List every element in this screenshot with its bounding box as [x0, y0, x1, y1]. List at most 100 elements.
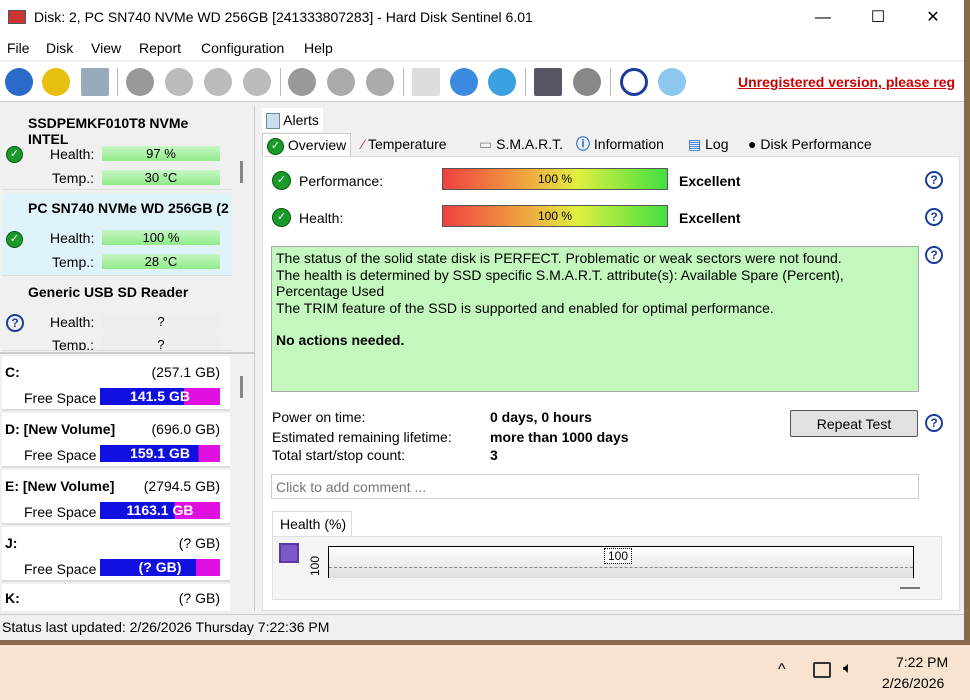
- separator: [525, 68, 526, 96]
- health-bar: 100 %: [442, 205, 668, 227]
- disk-icon[interactable]: [81, 68, 109, 96]
- disk-card-selected[interactable]: PC SN740 NVMe WD 256GB (2 ✓ Health: 100 …: [2, 193, 232, 276]
- help-icon[interactable]: [620, 68, 648, 96]
- comment-input[interactable]: [271, 474, 919, 499]
- tab-smart[interactable]: ▭ S.M.A.R.T.: [475, 133, 567, 157]
- disk-check-icon[interactable]: [204, 68, 232, 96]
- menu-help[interactable]: Help: [304, 40, 333, 56]
- disk-search-icon[interactable]: [243, 68, 271, 96]
- ok-check-icon: ✓: [272, 171, 291, 190]
- drive-icon[interactable]: [366, 68, 394, 96]
- head-icon[interactable]: [288, 68, 316, 96]
- alerts-icon: [266, 113, 280, 130]
- network-icon[interactable]: [488, 68, 516, 96]
- partition-item[interactable]: K: (? GB): [2, 584, 230, 611]
- temp-bar: 30 °C: [102, 170, 220, 185]
- tab-information[interactable]: ⓘ Information: [572, 133, 668, 157]
- performance-bar: 100 %: [442, 168, 668, 190]
- disk-list-scrollbar[interactable]: [240, 161, 243, 183]
- actions-text: No actions needed.: [276, 332, 405, 348]
- sync-icon[interactable]: [450, 68, 478, 96]
- partition-item[interactable]: C: (257.1 GB) Free Space 141.5 GB: [2, 356, 230, 411]
- smart-icon: ▭: [479, 136, 493, 152]
- menu-report[interactable]: Report: [139, 40, 181, 56]
- separator: [610, 68, 611, 96]
- refresh-icon[interactable]: [5, 68, 33, 96]
- tab-temperature[interactable]: ⁄ Temperature: [358, 133, 451, 157]
- disk-card[interactable]: SSDPEMKF010T8 NVMe INTEL ✓ Health: 97 % …: [2, 108, 232, 190]
- disk-card[interactable]: Generic USB SD Reader ? Health: ? Temp.:…: [2, 279, 232, 351]
- status-line: The status of the solid state disk is PE…: [276, 250, 842, 266]
- health-label: Health:: [50, 230, 95, 246]
- help-icon[interactable]: ?: [925, 171, 943, 189]
- ok-check-icon: ✓: [6, 231, 23, 248]
- monitor-icon[interactable]: [534, 68, 562, 96]
- partition-item[interactable]: J: (? GB) Free Space (? GB): [2, 527, 230, 582]
- volume-icon[interactable]: 🔈︎: [843, 660, 853, 678]
- unknown-status-icon: ?: [6, 314, 24, 332]
- unregistered-link[interactable]: Unregistered version, please reg: [738, 74, 955, 90]
- free-space-label: Free Space: [24, 447, 97, 463]
- tab-overview[interactable]: ✓ Overview: [262, 133, 352, 158]
- status-text: Status last updated: 2/26/2026 Thursday …: [2, 619, 330, 635]
- help-icon[interactable]: ?: [925, 414, 943, 432]
- temp-bar: 28 °C: [102, 254, 220, 269]
- disk-settings-icon[interactable]: [165, 68, 193, 96]
- partition-scrollbar[interactable]: [240, 376, 243, 398]
- chart-tab-label: Health (%): [280, 516, 347, 532]
- menu-configuration[interactable]: Configuration: [201, 40, 284, 56]
- info-icon[interactable]: [658, 68, 686, 96]
- menu-disk[interactable]: Disk: [46, 40, 73, 56]
- menu-file[interactable]: File: [7, 40, 30, 56]
- repeat-test-button[interactable]: Repeat Test: [790, 410, 918, 437]
- health-label: Health:: [299, 210, 344, 226]
- zoom-out-icon[interactable]: [900, 587, 920, 589]
- free-space-bar: 141.5 GB: [100, 388, 220, 405]
- temp-label: Temp.:: [52, 170, 95, 186]
- toolbar: Unregistered version, please reg: [0, 62, 964, 102]
- temp-bar: ?: [102, 337, 220, 350]
- partition-divider: [0, 352, 255, 354]
- chart-tab-health[interactable]: Health (%): [272, 511, 352, 537]
- close-button[interactable]: ✕: [910, 0, 956, 36]
- disk-name: Generic USB SD Reader: [28, 284, 189, 300]
- network-icon[interactable]: [813, 662, 831, 678]
- clock-time[interactable]: 7:22 PM: [896, 654, 948, 670]
- partition-item[interactable]: D: [New Volume] (696.0 GB) Free Space 15…: [2, 413, 230, 468]
- menu-view[interactable]: View: [91, 40, 121, 56]
- minimize-button[interactable]: —: [800, 0, 846, 36]
- tab-alerts[interactable]: Alerts: [262, 108, 323, 132]
- status-line: The TRIM feature of the SSD is supported…: [276, 299, 774, 316]
- help-icon[interactable]: ?: [925, 208, 943, 226]
- app-icon: [8, 10, 26, 24]
- free-space-bar: 159.1 GB: [100, 445, 220, 462]
- surface-test-icon[interactable]: [126, 68, 154, 96]
- y-tick-label: 100: [308, 555, 323, 577]
- tab-label: Log: [705, 136, 729, 152]
- disk-list-panel: SSDPEMKF010T8 NVMe INTEL ✓ Health: 97 % …: [0, 106, 255, 611]
- ok-check-icon: ✓: [267, 137, 284, 155]
- partition-name: D: [New Volume]: [5, 421, 116, 437]
- chevron-up-icon[interactable]: ^: [778, 661, 786, 679]
- health-chart: 100 100: [272, 536, 942, 600]
- alert-icon[interactable]: [42, 68, 70, 96]
- startstop-value: 3: [490, 447, 498, 463]
- help-icon[interactable]: ?: [925, 246, 943, 264]
- clock-date[interactable]: 2/26/2026: [882, 675, 944, 691]
- performance-icon: ●: [748, 136, 757, 152]
- tab-disk-performance[interactable]: ● Disk Performance: [744, 133, 876, 157]
- save-icon[interactable]: [279, 543, 299, 563]
- maximize-button[interactable]: ☐: [855, 0, 901, 36]
- backup-icon[interactable]: [327, 68, 355, 96]
- partition-item[interactable]: E: [New Volume] (2794.5 GB) Free Space 1…: [2, 470, 230, 525]
- startstop-label: Total start/stop count:: [272, 447, 406, 463]
- health-label: Health:: [50, 146, 95, 162]
- sound-icon[interactable]: [573, 68, 601, 96]
- free-space-label: Free Space: [24, 390, 97, 406]
- status-description: The status of the solid state disk is PE…: [271, 246, 919, 392]
- report-icon[interactable]: [412, 68, 440, 96]
- tab-label: Temperature: [367, 136, 447, 152]
- partition-size: (? GB): [178, 535, 220, 551]
- health-rating: Excellent: [679, 210, 741, 226]
- tab-log[interactable]: ▤ Log: [684, 133, 732, 157]
